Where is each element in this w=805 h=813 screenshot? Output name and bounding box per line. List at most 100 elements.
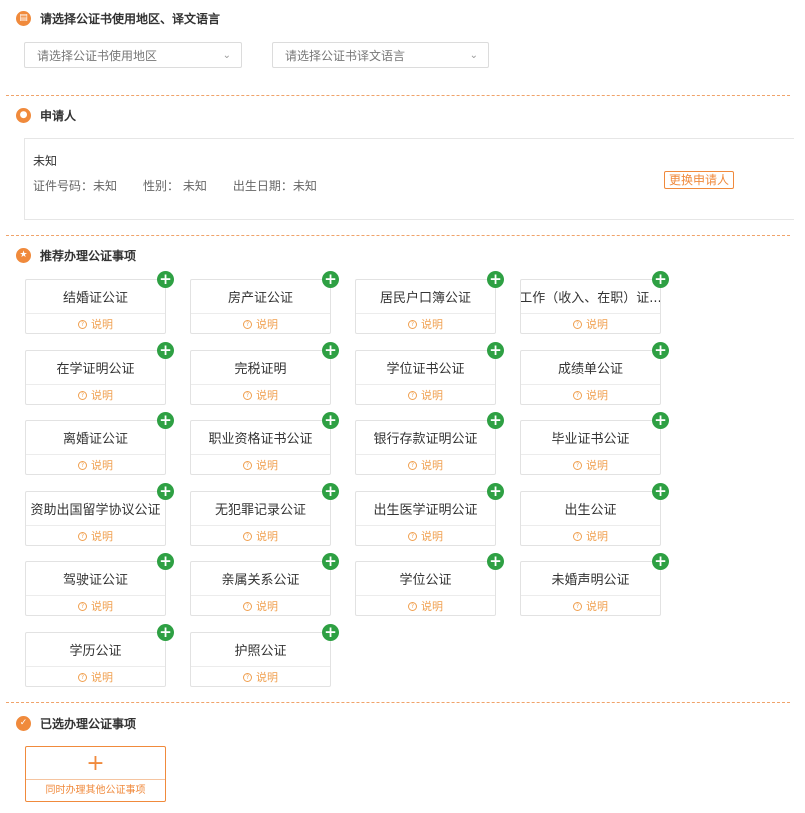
item-info-link[interactable]: ? 说明 bbox=[191, 596, 330, 616]
recommended-item-card[interactable]: 成绩单公证? 说明 + bbox=[520, 342, 669, 405]
item-info-link[interactable]: ? 说明 bbox=[191, 667, 330, 687]
recommended-item-card[interactable]: 结婚证公证? 说明 + bbox=[25, 271, 174, 334]
add-item-icon[interactable]: + bbox=[487, 483, 504, 500]
question-icon: ? bbox=[573, 319, 582, 329]
item-info-link[interactable]: ? 说明 bbox=[521, 314, 660, 334]
language-select[interactable]: 请选择公证书译文语言 ⌄ bbox=[272, 42, 489, 68]
add-item-icon[interactable]: + bbox=[322, 483, 339, 500]
question-icon: ? bbox=[78, 390, 87, 400]
item-info-link[interactable]: ? 说明 bbox=[26, 455, 165, 475]
recommended-item-name: 成绩单公证 bbox=[521, 351, 660, 385]
item-info-link[interactable]: ? 说明 bbox=[356, 455, 495, 475]
add-item-icon[interactable]: + bbox=[322, 412, 339, 429]
item-info-link[interactable]: ? 说明 bbox=[26, 667, 165, 687]
add-item-icon[interactable]: + bbox=[487, 412, 504, 429]
add-item-icon[interactable]: + bbox=[157, 342, 174, 359]
recommended-item-card[interactable]: 亲属关系公证? 说明 + bbox=[190, 553, 339, 616]
add-item-icon[interactable]: + bbox=[487, 553, 504, 570]
item-info-link[interactable]: ? 说明 bbox=[191, 385, 330, 405]
add-item-icon[interactable]: + bbox=[322, 624, 339, 641]
recommended-item-card[interactable]: 学位公证? 说明 + bbox=[355, 553, 504, 616]
item-info-link[interactable]: ? 说明 bbox=[191, 314, 330, 334]
recommended-item-card[interactable]: 未婚声明公证? 说明 + bbox=[520, 553, 669, 616]
add-item-icon[interactable]: + bbox=[322, 342, 339, 359]
question-icon: ? bbox=[78, 601, 87, 611]
add-item-icon[interactable]: + bbox=[487, 342, 504, 359]
recommended-item-card[interactable]: 无犯罪记录公证? 说明 + bbox=[190, 483, 339, 546]
region-select[interactable]: 请选择公证书使用地区 ⌄ bbox=[24, 42, 242, 68]
add-other-item-label: 同时办理其他公证事项 bbox=[26, 779, 165, 801]
item-info-label: 说明 bbox=[91, 318, 113, 331]
recommended-item-card[interactable]: 出生医学证明公证? 说明 + bbox=[355, 483, 504, 546]
item-info-label: 说明 bbox=[586, 530, 608, 543]
item-info-link[interactable]: ? 说明 bbox=[521, 526, 660, 546]
recommended-item-card[interactable]: 工作（收入、在职）证...? 说明 + bbox=[520, 271, 669, 334]
add-other-item-button[interactable]: + 同时办理其他公证事项 bbox=[25, 746, 166, 802]
item-info-label: 说明 bbox=[256, 671, 278, 684]
recommended-item-name: 出生医学证明公证 bbox=[356, 492, 495, 526]
item-info-label: 说明 bbox=[586, 600, 608, 613]
question-icon: ? bbox=[573, 531, 582, 541]
recommended-item-card[interactable]: 护照公证? 说明 + bbox=[190, 624, 339, 687]
add-item-icon[interactable]: + bbox=[652, 412, 669, 429]
recommended-item-card[interactable]: 毕业证书公证? 说明 + bbox=[520, 412, 669, 475]
recommended-item-card[interactable]: 学历公证? 说明 + bbox=[25, 624, 174, 687]
change-applicant-button[interactable]: 更换申请人 bbox=[664, 171, 735, 189]
item-info-link[interactable]: ? 说明 bbox=[356, 526, 495, 546]
item-info-link[interactable]: ? 说明 bbox=[26, 314, 165, 334]
recommended-item-card[interactable]: 职业资格证书公证? 说明 + bbox=[190, 412, 339, 475]
item-info-link[interactable]: ? 说明 bbox=[191, 526, 330, 546]
recommended-item-name: 工作（收入、在职）证... bbox=[521, 280, 660, 314]
applicant-meta: 证件号码：未知 性别： 未知 出生日期：未知 bbox=[33, 177, 317, 194]
item-info-link[interactable]: ? 说明 bbox=[521, 455, 660, 475]
add-item-icon[interactable]: + bbox=[652, 553, 669, 570]
add-item-icon[interactable]: + bbox=[157, 412, 174, 429]
item-info-link[interactable]: ? 说明 bbox=[356, 314, 495, 334]
item-info-label: 说明 bbox=[421, 318, 443, 331]
add-item-icon[interactable]: + bbox=[652, 342, 669, 359]
recommended-item-name: 结婚证公证 bbox=[26, 280, 165, 314]
add-item-icon[interactable]: + bbox=[157, 624, 174, 641]
recommended-item-card[interactable]: 完税证明? 说明 + bbox=[190, 342, 339, 405]
add-item-icon[interactable]: + bbox=[322, 553, 339, 570]
item-info-link[interactable]: ? 说明 bbox=[26, 526, 165, 546]
question-icon: ? bbox=[243, 672, 252, 682]
add-item-icon[interactable]: + bbox=[487, 271, 504, 288]
item-info-link[interactable]: ? 说明 bbox=[356, 385, 495, 405]
recommended-item-name: 毕业证书公证 bbox=[521, 421, 660, 455]
recommended-item-card[interactable]: 银行存款证明公证? 说明 + bbox=[355, 412, 504, 475]
item-info-link[interactable]: ? 说明 bbox=[521, 596, 660, 616]
add-item-icon[interactable]: + bbox=[157, 553, 174, 570]
item-info-link[interactable]: ? 说明 bbox=[191, 455, 330, 475]
item-info-label: 说明 bbox=[256, 459, 278, 472]
item-info-link[interactable]: ? 说明 bbox=[26, 385, 165, 405]
recommended-item-card[interactable]: 驾驶证公证? 说明 + bbox=[25, 553, 174, 616]
applicant-id: 证件号码：未知 bbox=[33, 179, 118, 193]
recommended-item-card[interactable]: 在学证明公证? 说明 + bbox=[25, 342, 174, 405]
add-item-icon[interactable]: + bbox=[322, 271, 339, 288]
add-item-icon[interactable]: + bbox=[652, 483, 669, 500]
recommended-item-name: 学历公证 bbox=[26, 633, 165, 667]
item-info-link[interactable]: ? 说明 bbox=[521, 385, 660, 405]
recommended-item-card[interactable]: 居民户口簿公证? 说明 + bbox=[355, 271, 504, 334]
recommended-item-card[interactable]: 离婚证公证? 说明 + bbox=[25, 412, 174, 475]
recommended-item-name: 学位证书公证 bbox=[356, 351, 495, 385]
add-item-icon[interactable]: + bbox=[157, 271, 174, 288]
item-info-label: 说明 bbox=[91, 389, 113, 402]
recommended-item-name: 完税证明 bbox=[191, 351, 330, 385]
applicant-gender: 性别： 未知 bbox=[143, 179, 207, 193]
item-info-link[interactable]: ? 说明 bbox=[356, 596, 495, 616]
item-info-label: 说明 bbox=[91, 600, 113, 613]
recommended-item-card[interactable]: 学位证书公证? 说明 + bbox=[355, 342, 504, 405]
add-item-icon[interactable]: + bbox=[652, 271, 669, 288]
selected-section-title: 已选办理公证事项 bbox=[40, 717, 137, 731]
item-info-label: 说明 bbox=[421, 459, 443, 472]
recommended-item-card[interactable]: 资助出国留学协议公证? 说明 + bbox=[25, 483, 174, 546]
recommended-item-name: 出生公证 bbox=[521, 492, 660, 526]
question-icon: ? bbox=[78, 319, 87, 329]
applicant-birth: 出生日期：未知 bbox=[232, 179, 317, 193]
recommended-item-card[interactable]: 出生公证? 说明 + bbox=[520, 483, 669, 546]
item-info-link[interactable]: ? 说明 bbox=[26, 596, 165, 616]
recommended-item-card[interactable]: 房产证公证? 说明 + bbox=[190, 271, 339, 334]
add-item-icon[interactable]: + bbox=[157, 483, 174, 500]
